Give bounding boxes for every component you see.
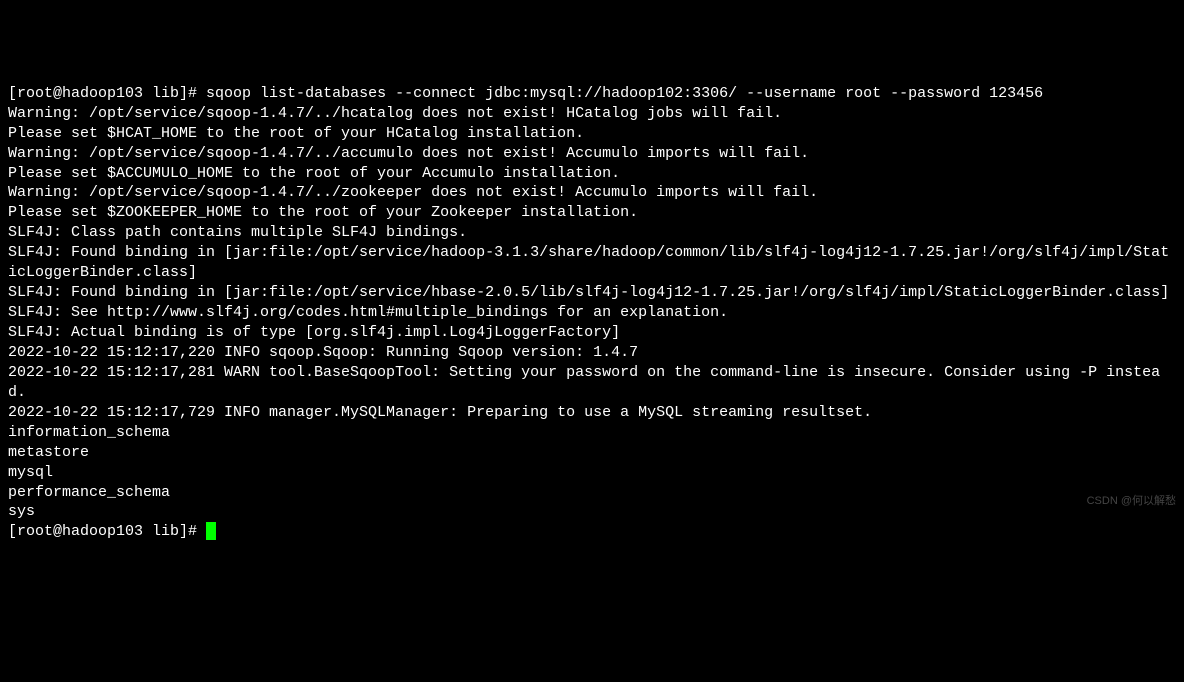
cursor-icon xyxy=(206,522,216,540)
output-line: Warning: /opt/service/sqoop-1.4.7/../acc… xyxy=(8,144,1176,164)
output-line: Please set $ACCUMULO_HOME to the root of… xyxy=(8,164,1176,184)
output-line: Warning: /opt/service/sqoop-1.4.7/../zoo… xyxy=(8,183,1176,203)
prompt-prefix: [root@hadoop103 lib]# xyxy=(8,523,206,540)
output-line: Please set $ZOOKEEPER_HOME to the root o… xyxy=(8,203,1176,223)
output-line: sys xyxy=(8,502,1176,522)
output-line: Warning: /opt/service/sqoop-1.4.7/../hca… xyxy=(8,104,1176,124)
output-line: SLF4J: Actual binding is of type [org.sl… xyxy=(8,323,1176,343)
command-line-1[interactable]: [root@hadoop103 lib]# sqoop list-databas… xyxy=(8,84,1176,104)
prompt-prefix: [root@hadoop103 lib]# xyxy=(8,85,206,102)
output-line: SLF4J: Found binding in [jar:file:/opt/s… xyxy=(8,243,1176,283)
output-line: 2022-10-22 15:12:17,281 WARN tool.BaseSq… xyxy=(8,363,1176,403)
output-line: SLF4J: See http://www.slf4j.org/codes.ht… xyxy=(8,303,1176,323)
output-line: SLF4J: Found binding in [jar:file:/opt/s… xyxy=(8,283,1176,303)
command-line-2[interactable]: [root@hadoop103 lib]# xyxy=(8,522,1176,542)
watermark: CSDN @何以解愁 xyxy=(1087,494,1176,509)
output-line: 2022-10-22 15:12:17,729 INFO manager.MyS… xyxy=(8,403,1176,423)
output-line: information_schema xyxy=(8,423,1176,443)
output-line: SLF4J: Class path contains multiple SLF4… xyxy=(8,223,1176,243)
output-line: performance_schema xyxy=(8,483,1176,503)
output-line: metastore xyxy=(8,443,1176,463)
output-line: Please set $HCAT_HOME to the root of you… xyxy=(8,124,1176,144)
output-line: 2022-10-22 15:12:17,220 INFO sqoop.Sqoop… xyxy=(8,343,1176,363)
output-line: mysql xyxy=(8,463,1176,483)
command-text: sqoop list-databases --connect jdbc:mysq… xyxy=(206,85,1043,102)
